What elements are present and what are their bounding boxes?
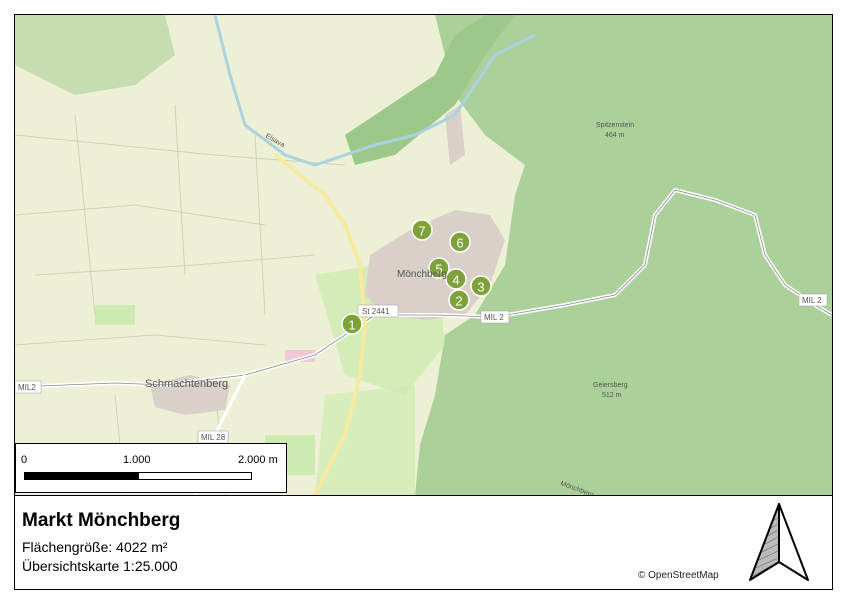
map-canvas[interactable]: 1234567 Mönchberg Schmachtenberg St 2441… (15, 15, 832, 495)
scale-bar-box: 0 1.000 2.000 m (15, 443, 287, 493)
site-marker-2[interactable]: 2 (448, 289, 470, 311)
label-peak1: Spitzenstein (596, 122, 634, 129)
scale-tick-2: 2.000 m (238, 454, 278, 466)
label-hamlet: Schmachtenberg (145, 378, 228, 390)
site-marker-label: 6 (456, 236, 463, 251)
site-marker-3[interactable]: 3 (470, 275, 492, 297)
scale-text: Übersichtskarte 1:25.000 (22, 558, 178, 574)
label-peak2-elevation: 512 m (602, 392, 622, 399)
site-marker-label: 1 (348, 318, 355, 333)
site-marker-label: 4 (452, 273, 459, 288)
site-marker-6[interactable]: 6 (449, 231, 471, 253)
scale-segment-white (139, 473, 251, 479)
meadow-patch-1 (95, 305, 135, 325)
north-arrow-icon (749, 503, 809, 581)
label-road-mil2-far: MIL 2 (802, 296, 822, 305)
meadow-south (315, 385, 415, 495)
map-title: Markt Mönchberg (22, 510, 181, 531)
label-peak1-elevation: 464 m (605, 132, 625, 139)
area-text: Flächengröße: 4022 m² (22, 539, 168, 555)
site-marker-label: 3 (477, 280, 484, 295)
map-legend-divider (15, 495, 832, 496)
attribution: © OpenStreetMap (638, 570, 719, 581)
label-road-mil2-west: MIL2 (18, 383, 36, 392)
site-marker-4[interactable]: 4 (445, 268, 467, 290)
scale-tick-0: 0 (21, 454, 28, 466)
label-road-st: St 2441 (362, 307, 390, 316)
site-marker-label: 7 (418, 224, 425, 239)
label-road-mil2-east: MIL 2 (484, 313, 504, 322)
scale-bar (24, 472, 252, 480)
label-road-mil28: MIL 28 (201, 433, 226, 442)
scale-tick-1: 1.000 (123, 454, 151, 466)
label-village: Mönchberg (397, 269, 447, 280)
label-peak2: Geiersberg (593, 382, 628, 389)
scale-segment-black (25, 473, 139, 479)
site-marker-7[interactable]: 7 (411, 219, 433, 241)
site-marker-label: 2 (455, 294, 462, 309)
